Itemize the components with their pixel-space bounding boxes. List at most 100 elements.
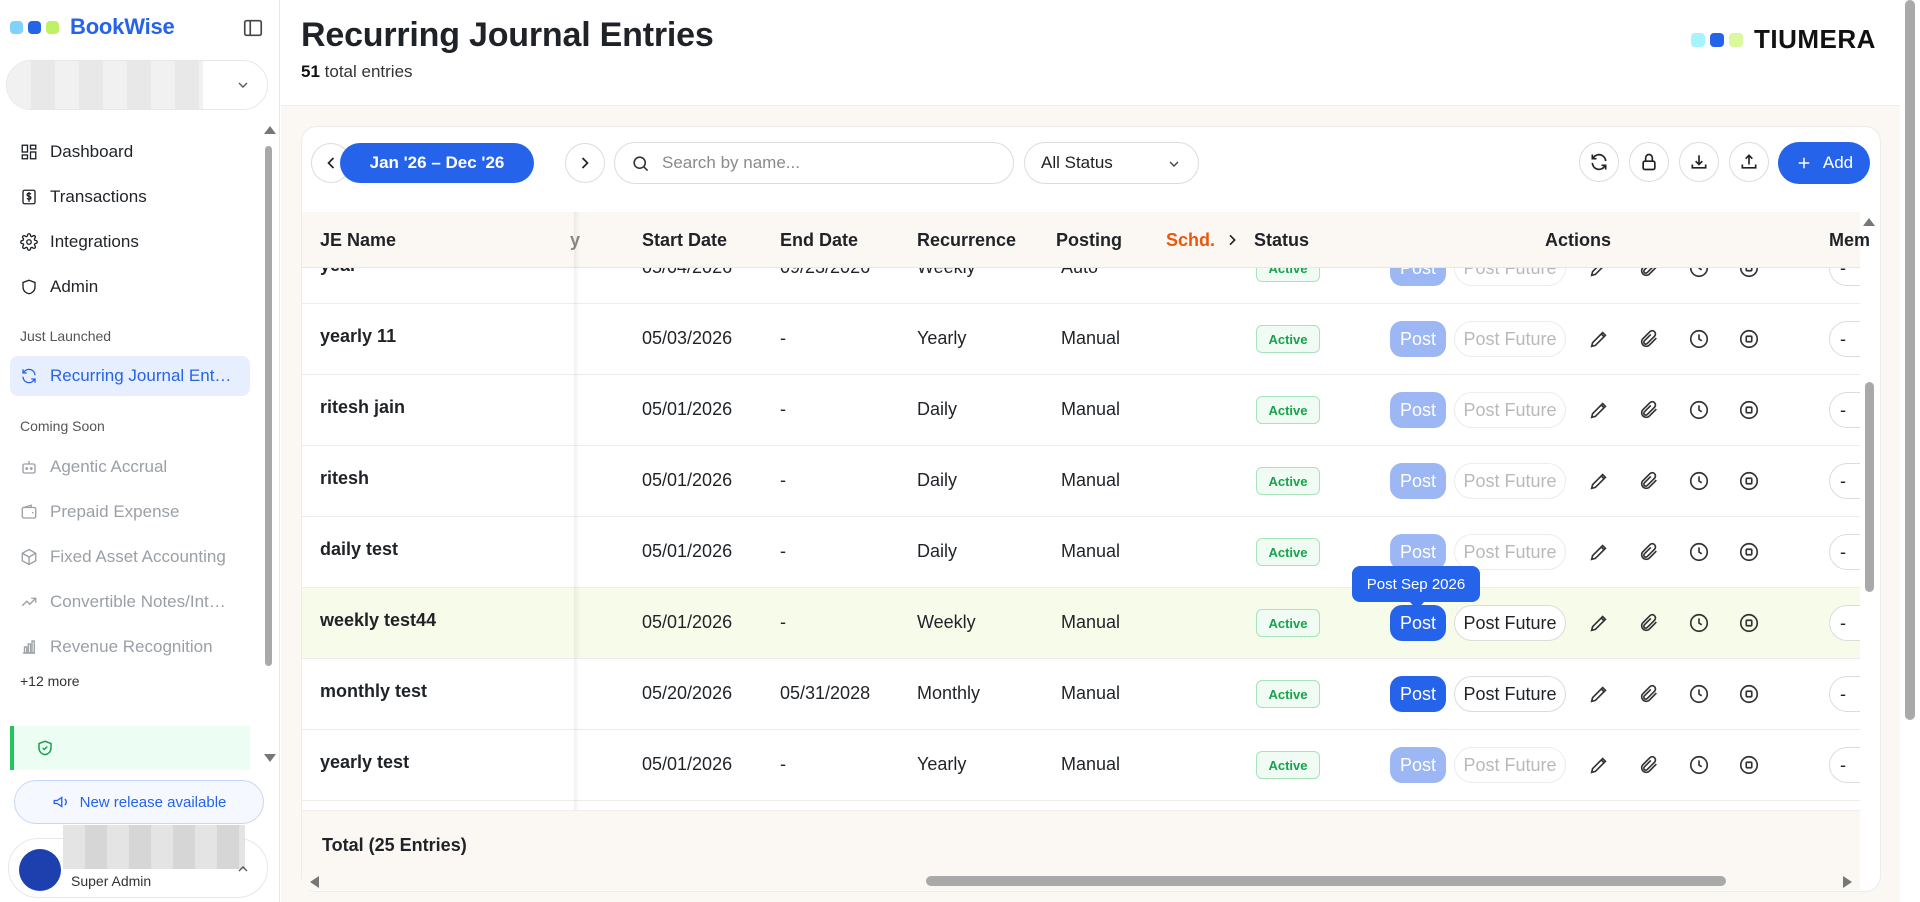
status-filter[interactable]: All Status (1024, 142, 1199, 184)
history-icon[interactable] (1688, 399, 1710, 421)
sidebar-item-recurring-journal-entries[interactable]: Recurring Journal Ent… (10, 356, 250, 396)
edit-icon[interactable] (1588, 268, 1610, 279)
edit-icon[interactable] (1588, 541, 1610, 563)
post-button[interactable]: Post (1390, 605, 1446, 641)
je-name[interactable]: ritesh (320, 468, 369, 489)
table-row[interactable]: daily test 05/01/2026 - Daily Manual Active Po… (302, 517, 1860, 588)
scroll-up-icon[interactable] (1863, 218, 1875, 226)
sidebar-item-integrations[interactable]: Integrations (10, 222, 250, 262)
attach-icon[interactable] (1638, 541, 1660, 563)
sidebar-scrollbar[interactable] (264, 126, 276, 766)
history-icon[interactable] (1688, 683, 1710, 705)
post-button[interactable]: Post (1390, 747, 1446, 783)
attach-icon[interactable] (1638, 328, 1660, 350)
column-header-schedule[interactable]: Schd. (1166, 230, 1240, 251)
je-name[interactable]: year (320, 268, 357, 276)
table-row[interactable]: yearly test 05/01/2026 - Yearly Manual Active… (302, 730, 1860, 801)
memo-field[interactable]: - (1829, 534, 1860, 570)
edit-icon[interactable] (1588, 399, 1610, 421)
je-name[interactable]: ritesh jain (320, 397, 405, 418)
table-row[interactable]: yearly 11 05/03/2026 - Yearly Manual Active Po… (302, 304, 1860, 375)
memo-field[interactable]: - (1829, 268, 1860, 286)
more-items-link[interactable]: +12 more (20, 673, 80, 689)
history-icon[interactable] (1688, 268, 1710, 279)
table-row[interactable]: weekly test44 05/01/2026 - Weekly Manual Acti… (302, 588, 1860, 659)
stop-icon[interactable] (1738, 399, 1760, 421)
attach-icon[interactable] (1638, 399, 1660, 421)
column-header-posting[interactable]: Posting (1056, 230, 1122, 251)
memo-field[interactable]: - (1829, 463, 1860, 499)
refresh-button[interactable] (1579, 142, 1619, 182)
sidebar-item-prepaid-expense[interactable]: Prepaid Expense (10, 492, 250, 532)
sidebar-item-fixed-asset-accounting[interactable]: Fixed Asset Accounting (10, 537, 250, 577)
stop-icon[interactable] (1738, 328, 1760, 350)
table-row[interactable]: year 05/04/2026 09/23/2026 Weekly Auto Active… (302, 268, 1860, 304)
attach-icon[interactable] (1638, 683, 1660, 705)
scrollbar-thumb[interactable] (265, 146, 272, 666)
scroll-right-icon[interactable] (1843, 876, 1852, 888)
je-name[interactable]: yearly test (320, 752, 409, 773)
edit-icon[interactable] (1588, 754, 1610, 776)
next-period-button[interactable] (565, 143, 605, 183)
sidebar-collapse-icon[interactable] (242, 17, 264, 39)
bookwise-logo[interactable]: BookWise (10, 14, 175, 40)
edit-icon[interactable] (1588, 328, 1610, 350)
memo-field[interactable]: - (1829, 676, 1860, 712)
column-header-end-date[interactable]: End Date (780, 230, 858, 251)
column-header-name[interactable]: JE Name (320, 230, 396, 251)
lock-button[interactable] (1629, 142, 1669, 182)
post-button[interactable]: Post (1390, 268, 1446, 286)
add-button[interactable]: Add (1778, 142, 1870, 184)
search-input[interactable] (662, 153, 982, 173)
edit-icon[interactable] (1588, 683, 1610, 705)
download-button[interactable] (1679, 142, 1719, 182)
scroll-down-icon[interactable] (264, 754, 276, 762)
sidebar-item-dashboard[interactable]: Dashboard (10, 132, 250, 172)
sidebar-item-convertible-notes[interactable]: Convertible Notes/Int… (10, 582, 250, 622)
scrollbar-thumb[interactable] (1865, 382, 1874, 592)
stop-icon[interactable] (1738, 268, 1760, 279)
stop-icon[interactable] (1738, 754, 1760, 776)
memo-field[interactable]: - (1829, 321, 1860, 357)
edit-icon[interactable] (1588, 470, 1610, 492)
je-name[interactable]: weekly test44 (320, 610, 436, 631)
sidebar-item-revenue-recognition[interactable]: Revenue Recognition (10, 627, 250, 667)
post-button[interactable]: Post (1390, 534, 1446, 570)
post-button[interactable]: Post (1390, 676, 1446, 712)
stop-icon[interactable] (1738, 612, 1760, 634)
attach-icon[interactable] (1638, 470, 1660, 492)
post-future-button[interactable]: Post Future (1454, 463, 1566, 499)
new-release-button[interactable]: New release available (14, 780, 264, 824)
attach-icon[interactable] (1638, 754, 1660, 776)
je-name[interactable]: yearly 11 (320, 326, 396, 347)
column-header-start-date[interactable]: Start Date (642, 230, 727, 251)
post-future-button[interactable]: Post Future (1454, 605, 1566, 641)
table-row[interactable]: monthly test 05/20/2026 05/31/2028 Monthly M… (302, 659, 1860, 730)
history-icon[interactable] (1688, 754, 1710, 776)
sidebar-item-agentic-accrual[interactable]: Agentic Accrual (10, 447, 250, 487)
sidebar-item-admin[interactable]: Admin (10, 267, 250, 307)
table-row[interactable]: ritesh 05/01/2026 - Daily Manual Active Post Po… (302, 446, 1860, 517)
post-future-button[interactable]: Post Future (1454, 676, 1566, 712)
stop-icon[interactable] (1738, 470, 1760, 492)
history-icon[interactable] (1688, 328, 1710, 350)
table-row[interactable]: ritesh jain 05/01/2026 - Daily Manual Active P… (302, 375, 1860, 446)
chevron-right-icon[interactable] (1224, 231, 1240, 249)
post-future-button[interactable]: Post Future (1454, 392, 1566, 428)
search-box[interactable] (614, 142, 1014, 184)
history-icon[interactable] (1688, 470, 1710, 492)
je-name[interactable]: monthly test (320, 681, 427, 702)
memo-field[interactable]: - (1829, 605, 1860, 641)
organization-selector[interactable] (6, 60, 268, 110)
scrollbar-thumb[interactable] (926, 876, 1726, 886)
attach-icon[interactable] (1638, 612, 1660, 634)
edit-icon[interactable] (1588, 612, 1610, 634)
post-future-button[interactable]: Post Future (1454, 747, 1566, 783)
verified-panel[interactable] (10, 726, 250, 770)
user-menu[interactable]: Super Admin (8, 825, 268, 898)
sidebar-item-transactions[interactable]: Transactions (10, 177, 250, 217)
scrollbar-thumb[interactable] (1905, 0, 1915, 720)
column-header-status[interactable]: Status (1254, 230, 1309, 251)
scroll-up-icon[interactable] (264, 126, 276, 134)
stop-icon[interactable] (1738, 683, 1760, 705)
